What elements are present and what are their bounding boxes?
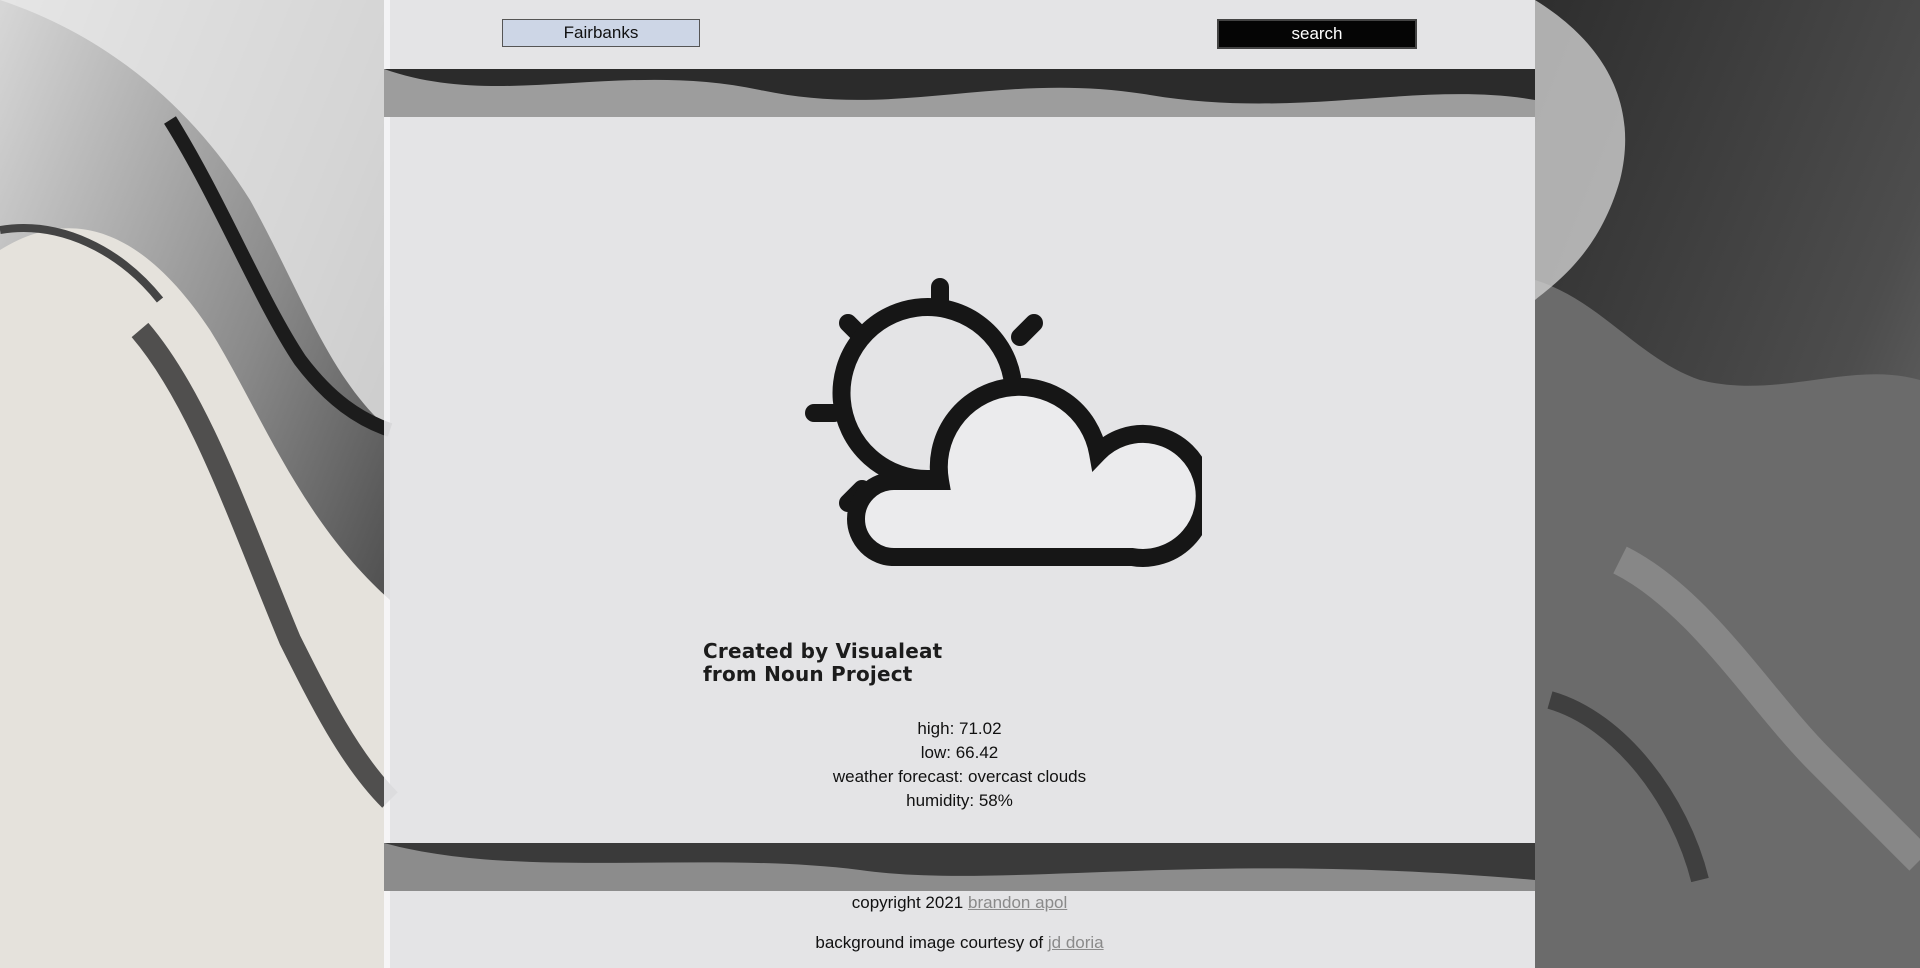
credit-line-1: Created by Visualeat xyxy=(703,639,943,663)
author-link[interactable]: brandon apol xyxy=(968,893,1067,912)
copyright-text: copyright 2021 xyxy=(851,893,964,912)
credit-line-2: from Noun Project xyxy=(703,662,913,686)
partly-cloudy-icon xyxy=(805,278,1202,567)
city-search-input[interactable] xyxy=(502,19,700,47)
high-temp: high: 71.02 xyxy=(917,719,1002,738)
icon-credit: Created by Visualeat from Noun Project xyxy=(703,640,942,686)
background-credit-text: background image courtesy of xyxy=(815,933,1044,952)
humidity-text: humidity: 58% xyxy=(906,791,1013,810)
weather-panel: Created by Visualeat from Noun Project h… xyxy=(384,117,1535,843)
forecast-text: weather forecast: overcast clouds xyxy=(832,767,1087,786)
background-author-link[interactable]: jd doria xyxy=(1048,933,1104,952)
footer: copyright 2021 brandon apol background i… xyxy=(384,891,1535,968)
low-temp: low: 66.42 xyxy=(920,743,999,762)
search-button[interactable]: search xyxy=(1217,19,1417,49)
background-credit-line: background image courtesy of jd doria xyxy=(384,933,1535,953)
header-bar: search xyxy=(384,0,1535,69)
copyright-line: copyright 2021 brandon apol xyxy=(384,893,1535,913)
weather-stats: high: 71.02 low: 66.42 weather forecast:… xyxy=(384,717,1535,813)
